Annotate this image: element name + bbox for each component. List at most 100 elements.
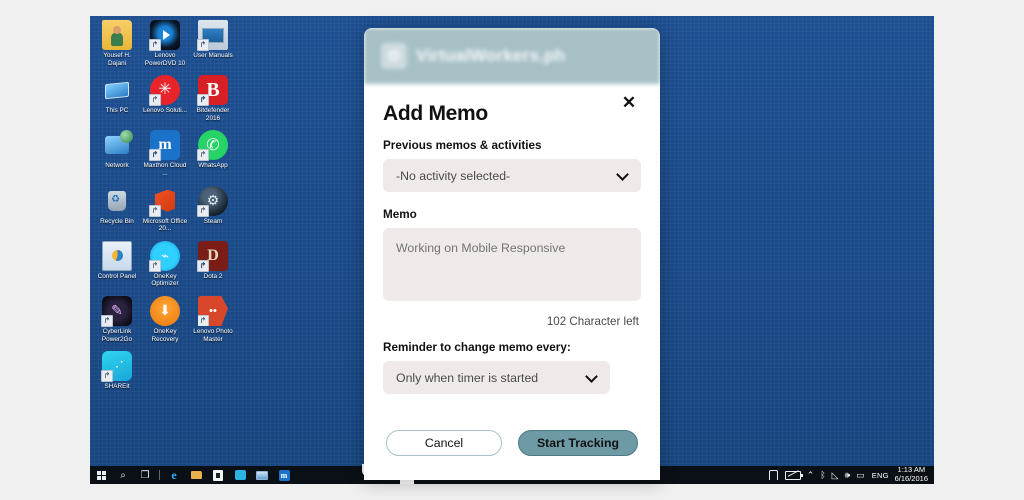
desktop-icon[interactable]: ✳Lenovo Soluti... [142,75,188,122]
desktop-icon[interactable]: Microsoft Office 20... [142,186,188,233]
desktop-icon-label: Control Panel [97,272,137,280]
desktop-icon-label: Lenovo PowerDVD 10 [144,52,186,67]
desktop-icon-label: Dota 2 [203,272,223,280]
dialog-body: ✕ Add Memo Previous memos & activities -… [364,84,660,480]
desktop-icon-label: Lenovo Soluti... [142,107,188,115]
desktop-icon-label: Network [105,162,129,170]
desktop-icon-art: ⬇ [150,295,180,326]
desktop-icon-art: ⚙ [197,185,228,217]
desktop-icon[interactable]: Network [94,130,140,177]
desktop-icon-label: WhatsApp [198,162,228,170]
task-view-icon[interactable]: ❐ [134,466,156,484]
dialog-header-banner: ❂ VirtualWorkers.ph [364,28,660,84]
desktop-icon-label: Maxthon Cloud ... [143,162,187,177]
desktop-icon-art: ✆ [197,130,228,162]
reminder-select-value: Only when timer is started [396,370,539,385]
activity-select[interactable]: -No activity selected- [383,159,641,192]
desktop-icon-art: ✎ [101,295,132,327]
page-title: Add Memo [383,102,488,125]
desktop-icon[interactable]: ⋰SHAREit [94,351,140,391]
system-tray: ⌃ ᛒ ◺ 🕪 ▭ ENG 1:13 AM 6/16/2016 [766,466,934,484]
taskbar-item-app-monitor[interactable] [251,466,273,484]
character-counter: 102 Character left [546,315,639,328]
taskbar-pinned-area: ⌕ ❐ e m [90,466,295,484]
desktop-icon[interactable]: User Manuals [190,20,236,67]
desktop-icon[interactable]: Lenovo PowerDVD 10 [142,20,188,67]
dialog-action-row: Cancel Start Tracking [383,430,641,456]
desktop-icon-art: m [149,130,180,162]
memo-label: Memo [383,208,417,221]
desktop-icon-art [149,186,180,217]
desktop-icon-art: ⌁ [149,240,180,272]
desktop-icon[interactable]: Yousef H. Dajani [94,20,140,67]
desktop-icon[interactable]: ••Lenovo Photo Master [190,295,236,343]
battery-icon[interactable] [782,466,804,480]
desktop-icon[interactable]: Control Panel [94,240,140,288]
action-center-icon[interactable]: ▭ [853,470,868,481]
activity-select-value: -No activity selected- [396,168,511,183]
memo-input[interactable] [383,228,641,301]
windows-logo-icon [96,470,106,480]
desktop-icon[interactable]: This PC [94,75,140,122]
desktop-icon-label: SHAREit [104,383,130,391]
desktop-icon[interactable]: ✎CyberLink Power2Go [94,295,140,343]
page-root: Yousef H. Dajani Lenovo PowerDVD 10 User M… [0,0,1024,500]
desktop-icon-label: Microsoft Office 20... [142,217,188,233]
add-memo-dialog: ❂ VirtualWorkers.ph ✕ Add Memo Previous … [364,28,660,480]
taskbar-item-store[interactable] [207,466,229,484]
bluetooth-icon[interactable]: ᛒ [817,470,828,480]
desktop-icon-art [102,75,132,105]
desktop-icon-label: OneKey Optimizer [151,272,179,288]
desktop-icon-label: Steam [203,217,223,225]
cancel-button[interactable]: Cancel [386,430,502,456]
search-icon[interactable]: ⌕ [112,466,134,484]
desktop-icon-art: ⋰ [101,351,132,383]
desktop-icon-grid: Yousef H. Dajani Lenovo PowerDVD 10 User M… [94,20,244,391]
desktop-icon[interactable]: BBitdefender 2016 [190,75,236,122]
desktop-icon[interactable]: mMaxthon Cloud ... [142,130,188,177]
taskbar-item-file-explorer[interactable] [185,466,207,484]
network-icon[interactable]: ◺ [829,470,842,481]
taskbar-item-maxthon[interactable]: m [273,466,295,484]
desktop-icon-art [102,20,132,50]
brand-logo-icon: ❂ [381,43,407,69]
desktop-icon-label: This PC [105,107,129,115]
language-indicator[interactable]: ENG [868,471,893,480]
desktop-icon-art: ✳ [149,75,180,107]
desktop-icon-art [102,240,132,271]
desktop-icon[interactable]: Recycle Bin [94,186,140,233]
chevron-down-icon [616,167,629,181]
desktop-icon-art [102,186,132,216]
desktop-icon-label: Bitdefender 2016 [196,107,230,122]
desktop-icon-art [197,20,228,51]
show-hidden-icons-chevron-icon[interactable]: ⌃ [804,470,818,481]
start-button[interactable] [90,466,112,484]
taskbar-item-edge[interactable]: e [163,466,185,484]
reminder-interval-select[interactable]: Only when timer is started [383,361,611,394]
desktop-icon-label: Lenovo Photo Master [193,327,233,343]
volume-icon[interactable]: 🕪 [842,470,854,481]
desktop-icon-label: OneKey Recovery [151,327,179,343]
desktop-icon-label: Yousef H. Dajani [103,52,131,67]
activity-select-label: Previous memos & activities [383,139,542,152]
close-icon[interactable]: ✕ [620,93,638,111]
desktop-icon-label: User Manuals [193,52,233,59]
desktop-icon-label: CyberLink Power2Go [101,327,133,343]
power-plug-icon[interactable] [766,470,782,480]
taskbar-item-app-teal[interactable] [229,466,251,484]
desktop-icon[interactable]: DDota 2 [190,240,236,288]
desktop-icon[interactable]: ⌁OneKey Optimizer [142,240,188,288]
brand-name: VirtualWorkers.ph [416,46,566,65]
clock-date: 6/16/2016 [894,474,928,483]
desktop-icon-label: Recycle Bin [100,217,134,225]
desktop-icon-art [149,20,180,51]
reminder-select-label: Reminder to change memo every: [383,341,571,354]
desktop-icon-art: •• [198,295,228,326]
desktop-icon[interactable]: ✆WhatsApp [190,130,236,177]
desktop-icon[interactable]: ⚙Steam [190,185,236,233]
taskbar-divider [159,470,160,480]
clock[interactable]: 1:13 AM 6/16/2016 [893,466,930,483]
desktop-icon-art [102,130,133,160]
desktop-icon[interactable]: ⬇ OneKey Recovery [142,295,188,343]
start-tracking-button[interactable]: Start Tracking [518,430,638,456]
